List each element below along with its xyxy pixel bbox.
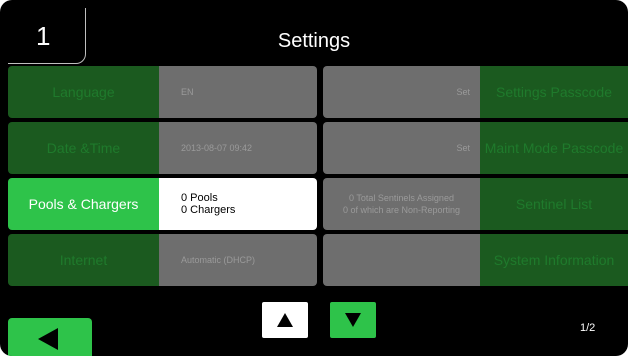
language-value: EN bbox=[159, 66, 317, 118]
sentinel-summary: 0 Total Sentinels Assigned 0 of which ar… bbox=[323, 178, 480, 230]
empty-panel bbox=[323, 234, 480, 286]
chargers-count: 0 Chargers bbox=[181, 204, 236, 216]
sentinels-assigned: 0 Total Sentinels Assigned bbox=[349, 193, 454, 203]
pools-chargers-button[interactable]: Pools & Chargers bbox=[8, 178, 159, 230]
settings-row-internet: Internet Automatic (DHCP) System Informa… bbox=[8, 234, 628, 286]
down-arrow-icon bbox=[345, 313, 361, 327]
page-up-button[interactable] bbox=[262, 302, 308, 338]
date-time-value: 2013-08-07 09:42 bbox=[159, 122, 317, 174]
page-down-button[interactable] bbox=[330, 302, 376, 338]
maint-passcode-set: Set bbox=[323, 122, 480, 174]
internet-button[interactable]: Internet bbox=[8, 234, 159, 286]
settings-row-datetime: Date &Time 2013-08-07 09:42 Set Maint Mo… bbox=[8, 122, 628, 174]
page-title: Settings bbox=[277, 30, 351, 52]
system-information-button[interactable]: System Information bbox=[480, 234, 628, 286]
date-time-button[interactable]: Date &Time bbox=[8, 122, 159, 174]
back-button[interactable] bbox=[8, 318, 92, 356]
up-arrow-icon bbox=[277, 313, 293, 327]
settings-row-pools: Pools & Chargers 0 Pools 0 Chargers 0 To… bbox=[8, 178, 628, 230]
settings-passcode-set: Set bbox=[323, 66, 480, 118]
settings-passcode-button[interactable]: Settings Passcode bbox=[480, 66, 628, 118]
settings-screen: 1 Settings Language EN Set Settings Pass… bbox=[0, 0, 628, 356]
internet-value: Automatic (DHCP) bbox=[159, 234, 317, 286]
sentinels-non-reporting: 0 of which are Non-Reporting bbox=[342, 205, 461, 215]
sentinel-list-button[interactable]: Sentinel List bbox=[480, 178, 628, 230]
pools-chargers-value: 0 Pools 0 Chargers bbox=[159, 178, 317, 230]
language-button[interactable]: Language bbox=[8, 66, 159, 118]
page-indicator: 1/2 bbox=[580, 322, 596, 334]
settings-row-language: Language EN Set Settings Passcode bbox=[8, 66, 628, 118]
pools-count: 0 Pools bbox=[181, 192, 218, 204]
maint-mode-passcode-button[interactable]: Maint Mode Passcode bbox=[480, 122, 628, 174]
left-arrow-icon bbox=[38, 328, 58, 350]
